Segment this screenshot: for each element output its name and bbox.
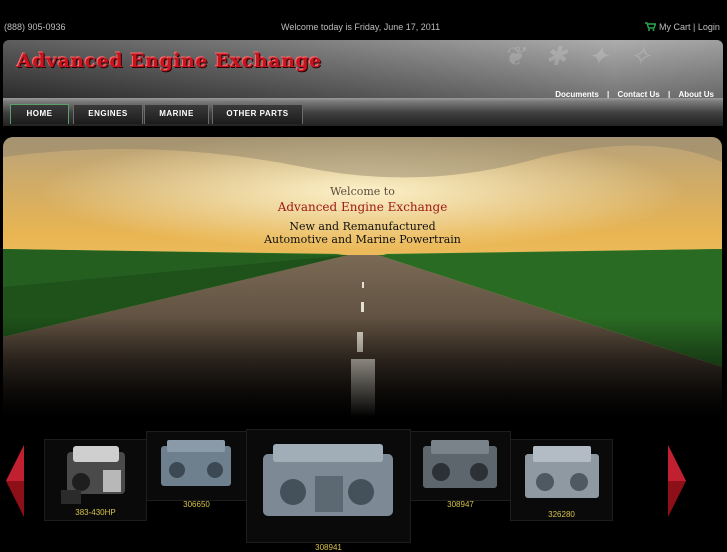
product-carousel: 383-430HP 306650 308941 308947 326280 [0, 425, 727, 552]
documents-link[interactable]: Documents [555, 90, 599, 98]
hero-welcome-line: Welcome to [330, 185, 395, 198]
my-cart-link[interactable]: My Cart [659, 22, 691, 32]
carousel-item[interactable]: 383-430HP [44, 439, 147, 521]
cart-login-area: My Cart | Login [645, 22, 720, 33]
hero-banner: Welcome to Advanced Engine Exchange New … [3, 137, 722, 417]
nav-marine[interactable]: MARINE [144, 104, 209, 124]
carousel-item-label: 326280 [548, 510, 575, 519]
login-link[interactable]: Login [698, 22, 720, 32]
engine-image [423, 440, 497, 488]
welcome-date-text: Welcome today is Friday, June 17, 2011 [281, 22, 441, 32]
about-us-link[interactable]: About Us [678, 90, 714, 98]
carousel-item-label: 383-430HP [75, 508, 116, 517]
nav-home[interactable]: HOME [10, 104, 69, 124]
road-landscape-image [3, 137, 722, 417]
carousel-item[interactable]: 308947 [410, 431, 511, 509]
carousel-item[interactable]: 308941 [246, 429, 411, 552]
hero-company-line: Advanced Engine Exchange [277, 200, 448, 214]
phone-number: (888) 905-0936 [4, 22, 66, 32]
main-nav: HOME ENGINES MARINE OTHER PARTS [3, 98, 723, 126]
carousel-item-label: 306650 [183, 500, 210, 509]
cart-separator: | [693, 22, 696, 32]
hero-tagline-1: New and Remanufactured [289, 220, 436, 233]
engine-image [61, 446, 125, 504]
nav-engines[interactable]: ENGINES [73, 104, 143, 124]
hero-tagline-2: Automotive and Marine Powertrain [264, 233, 461, 246]
chevron-left-icon [6, 445, 24, 517]
contact-us-link[interactable]: Contact Us [617, 90, 659, 98]
site-logo[interactable]: Advanced Engine Exchange [17, 50, 322, 72]
header-decoration: ❦ ✱ ✦ ✧ [503, 42, 657, 72]
carousel-item-label: 308947 [447, 500, 474, 509]
carousel-item-label: 308941 [315, 543, 342, 552]
site-header: ❦ ✱ ✦ ✧ Advanced Engine Exchange Documen… [3, 40, 723, 98]
header-links: Documents | Contact Us | About Us [552, 90, 717, 98]
engine-image [161, 440, 231, 486]
carousel-prev-button[interactable] [4, 445, 26, 517]
nav-other-parts[interactable]: OTHER PARTS [212, 104, 303, 124]
chevron-right-icon [668, 445, 686, 517]
carousel-item[interactable]: 326280 [510, 439, 613, 521]
header-link-separator: | [607, 90, 610, 98]
carousel-item[interactable]: 306650 [146, 431, 247, 509]
carousel-next-button[interactable] [666, 445, 688, 517]
top-bar: (888) 905-0936 Welcome today is Friday, … [0, 0, 727, 40]
shopping-cart-icon[interactable] [645, 22, 657, 33]
header-link-separator: | [667, 90, 671, 98]
engine-image [263, 444, 393, 516]
engine-image [525, 446, 599, 498]
